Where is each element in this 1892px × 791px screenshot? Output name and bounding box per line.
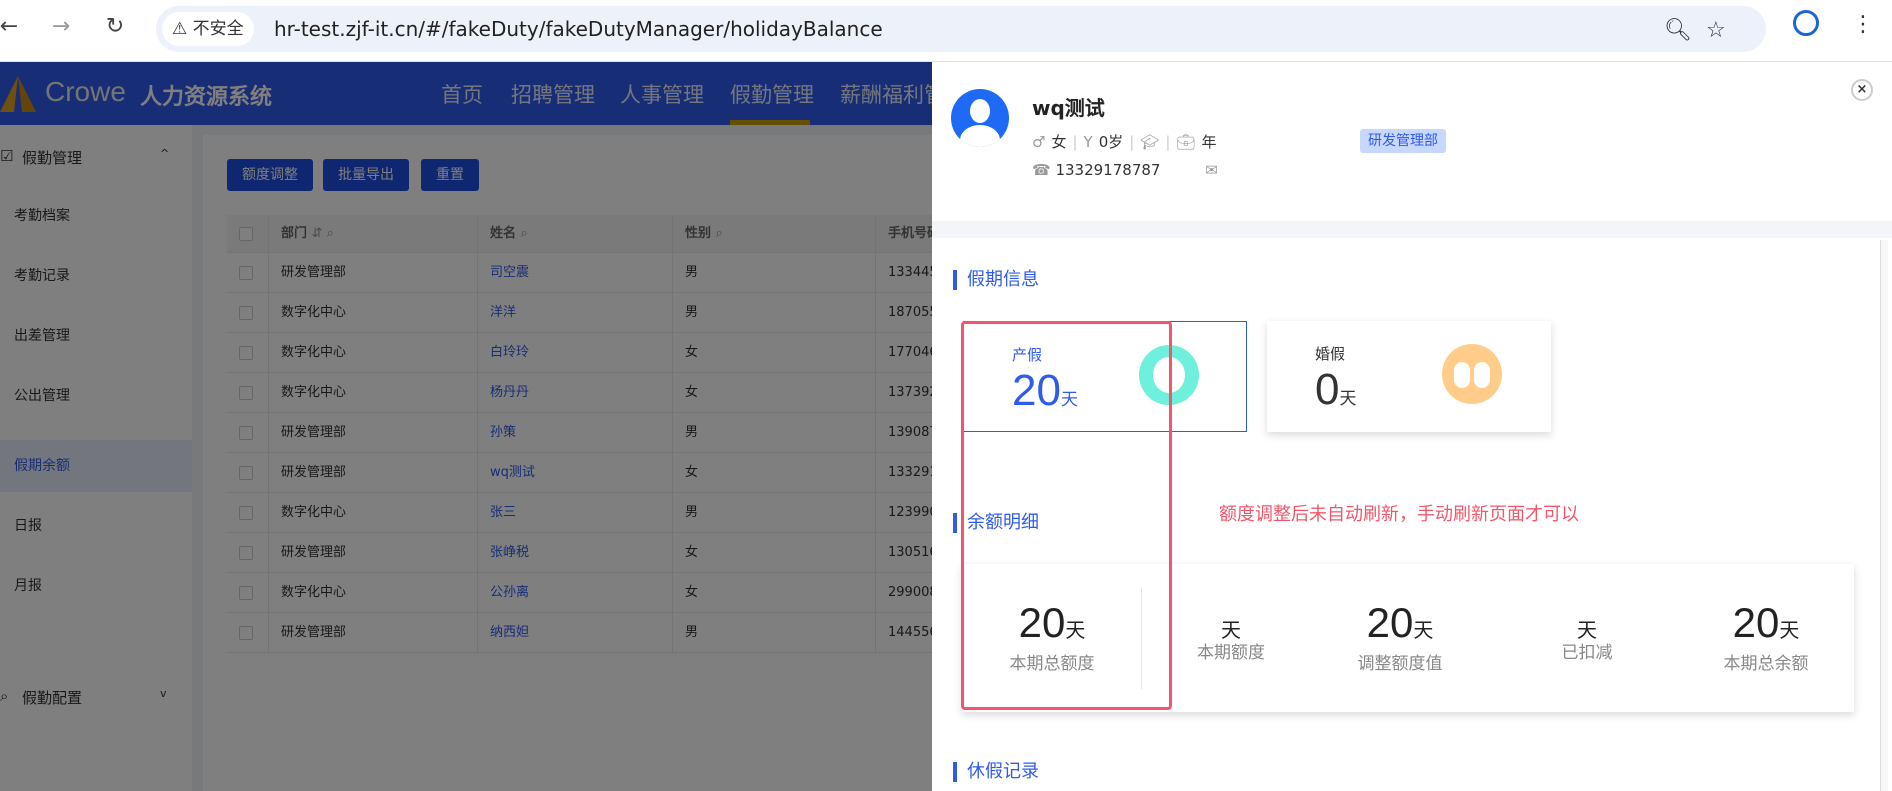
holiday-card-marriage[interactable]: 婚假 0天 [1267,321,1551,432]
gender-icon: ♂ [1032,132,1046,151]
sprout-icon: Y [1083,132,1093,151]
phone-icon: ☎ [1032,161,1051,179]
balance-label: 本期总余额 [1723,654,1809,674]
phone-number: 13329178787 [1055,161,1161,179]
balance-label: 本期额度 [1197,643,1265,663]
balance-adjusted-value: 20天调整额度值 [1310,564,1490,712]
holiday-days: 0 [1315,365,1340,414]
avatar-icon [951,89,1009,147]
couple-icon [1442,344,1502,404]
close-icon[interactable]: × [1851,79,1873,101]
briefcase-icon: 💼︎ [1176,132,1196,151]
balance-value: 20 [1732,599,1780,646]
work-years: 年 [1201,133,1217,151]
employee-name: wq测试 [1032,96,1105,120]
gender: 女 [1051,133,1067,151]
age: 0岁 [1098,133,1124,151]
employee-detail-drawer: wq测试 ♂ 女 | Y 0岁 | 🎓︎ | 💼︎ 年 ☎ 13329178787 ✉ 研发… [932,62,1892,791]
department-tag: 研发管理部 [1360,129,1446,153]
balance-remaining: 20天本期总余额 [1676,564,1856,712]
balance-unit: 天 [1221,620,1241,642]
employee-info-row: ♂ 女 | Y 0岁 | 🎓︎ | 💼︎ 年 [1032,132,1217,152]
warning-icon: ⚠ [172,19,193,39]
holiday-value: 0天 [1315,365,1356,415]
holiday-unit: 天 [1339,389,1357,408]
section-title-leave-records: 休假记录 [953,762,1039,782]
balance-unit: 天 [1413,620,1434,642]
address-bar[interactable]: ⚠ 不安全 hr-test.zjf-it.cn/#/fakeDuty/fakeD… [156,6,1766,52]
balance-unit: 天 [1779,620,1800,642]
section-title-holiday-info: 假期信息 [953,270,1039,290]
drawer-overlay-mask[interactable] [0,62,932,791]
balance-deducted: 天已扣减 [1497,564,1677,712]
annotation-highlight-box [961,321,1172,710]
contact-row: ☎ 13329178787 ✉ [1032,161,1218,179]
balance-label: 调整额度值 [1357,654,1443,674]
balance-value: 20 [1366,599,1414,646]
menu-icon[interactable]: ⋮ [1852,12,1874,37]
balance-unit: 天 [1577,620,1597,642]
balance-label: 已扣减 [1561,643,1613,663]
scrollbar[interactable] [1880,240,1888,791]
url-text[interactable]: hr-test.zjf-it.cn/#/fakeDuty/fakeDutyMan… [274,6,883,52]
annotation-note: 额度调整后未自动刷新，手动刷新页面才可以 [1219,504,1579,525]
header-divider-band [932,221,1892,238]
graduation-cap-icon: 🎓︎ [1140,132,1160,151]
star-icon[interactable]: ☆ [1706,18,1726,43]
security-label: 不安全 [192,19,244,39]
zoom-icon[interactable]: 🔍︎ [1664,18,1692,43]
forward-icon[interactable]: → [46,14,76,39]
back-icon[interactable]: ← [0,14,24,39]
profile-icon[interactable] [1793,10,1819,36]
reload-icon[interactable]: ↻ [100,14,130,39]
security-indicator[interactable]: ⚠ 不安全 [162,12,254,46]
holiday-label: 婚假 [1315,345,1346,363]
mail-icon: ✉ [1205,161,1218,179]
browser-toolbar: ← → ↻ ⚠ 不安全 hr-test.zjf-it.cn/#/fakeDuty… [0,0,1892,62]
